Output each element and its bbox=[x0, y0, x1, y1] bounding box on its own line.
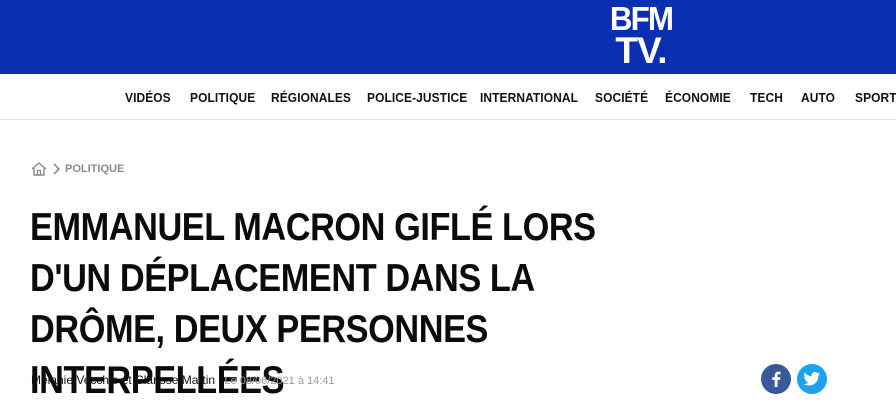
nav-item-police-justice[interactable]: POLICE-JUSTICE bbox=[367, 90, 467, 105]
top-header: BFM TV. bbox=[0, 0, 896, 74]
main-nav: VIDÉOS POLITIQUE RÉGIONALES POLICE-JUSTI… bbox=[0, 74, 896, 120]
nav-item-tech[interactable]: TECH bbox=[750, 90, 783, 105]
bfmtv-logo[interactable]: BFM TV. bbox=[600, 0, 682, 71]
breadcrumb-section[interactable]: POLITIQUE bbox=[65, 163, 124, 175]
nav-item-sport[interactable]: SPORT bbox=[855, 90, 896, 105]
breadcrumb: POLITIQUE bbox=[31, 160, 124, 178]
facebook-icon bbox=[772, 371, 781, 387]
facebook-share-button[interactable] bbox=[761, 364, 791, 394]
article-authors[interactable]: Mélanie Vecchio et Clarisse Martin bbox=[31, 373, 215, 387]
nav-item-videos[interactable]: VIDÉOS bbox=[125, 90, 171, 105]
nav-item-politique[interactable]: POLITIQUE bbox=[190, 90, 255, 105]
nav-item-regionales[interactable]: RÉGIONALES bbox=[271, 90, 351, 105]
nav-item-economie[interactable]: ÉCONOMIE bbox=[665, 90, 731, 105]
home-icon[interactable] bbox=[31, 162, 47, 176]
logo-line-2: TV. bbox=[615, 30, 667, 71]
logo-line-1: BFM bbox=[609, 0, 674, 37]
article-byline: Mélanie Vecchio et Clarisse Martin Le 08… bbox=[31, 373, 335, 387]
twitter-icon bbox=[804, 372, 820, 386]
article-date: Le 08/06/2021 à 14:41 bbox=[224, 375, 335, 387]
chevron-right-icon bbox=[53, 163, 61, 175]
nav-item-societe[interactable]: SOCIÉTÉ bbox=[595, 90, 648, 105]
twitter-share-button[interactable] bbox=[797, 364, 827, 394]
nav-item-auto[interactable]: AUTO bbox=[801, 90, 835, 105]
nav-item-international[interactable]: INTERNATIONAL bbox=[480, 90, 578, 105]
